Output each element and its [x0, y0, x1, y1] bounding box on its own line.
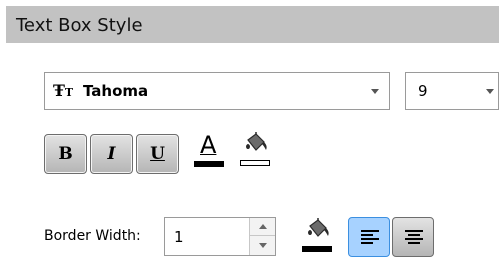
border-width-label: Border Width: — [44, 228, 141, 244]
arrow-up-icon — [259, 224, 267, 229]
underline-button[interactable]: U — [136, 134, 179, 174]
border-width-value[interactable]: 1 — [174, 228, 184, 246]
background-color-button[interactable] — [240, 132, 274, 172]
align-center-button[interactable] — [392, 217, 434, 257]
font-color-swatch — [194, 161, 224, 167]
border-color-swatch — [302, 246, 332, 252]
align-center-icon — [405, 230, 423, 246]
italic-button[interactable]: I — [90, 134, 133, 174]
font-color-button[interactable]: A — [194, 130, 226, 172]
align-left-icon — [361, 230, 379, 246]
paint-bucket-icon — [246, 132, 267, 151]
font-size-dropdown[interactable]: 9 — [405, 72, 499, 110]
panel-title: Text Box Style — [16, 15, 143, 36]
align-left-button[interactable] — [348, 217, 390, 257]
decrement-button[interactable] — [249, 236, 275, 255]
font-family-value: Tahoma — [83, 82, 149, 100]
font-size-value: 9 — [418, 82, 428, 100]
font-color-letter: A — [200, 131, 217, 159]
truetype-font-icon: ŦT — [53, 81, 74, 100]
bold-button[interactable]: B — [44, 134, 87, 174]
paint-bucket-icon — [308, 218, 329, 237]
font-family-dropdown[interactable]: ŦT Tahoma — [44, 72, 390, 110]
border-color-button[interactable] — [302, 218, 336, 258]
chevron-down-icon[interactable] — [486, 89, 494, 94]
chevron-down-icon[interactable] — [371, 89, 379, 94]
background-color-swatch — [240, 160, 270, 166]
arrow-down-icon — [259, 243, 267, 248]
panel-header: Text Box Style — [6, 6, 499, 43]
increment-button[interactable] — [249, 218, 275, 236]
border-width-stepper[interactable]: 1 — [164, 217, 276, 256]
